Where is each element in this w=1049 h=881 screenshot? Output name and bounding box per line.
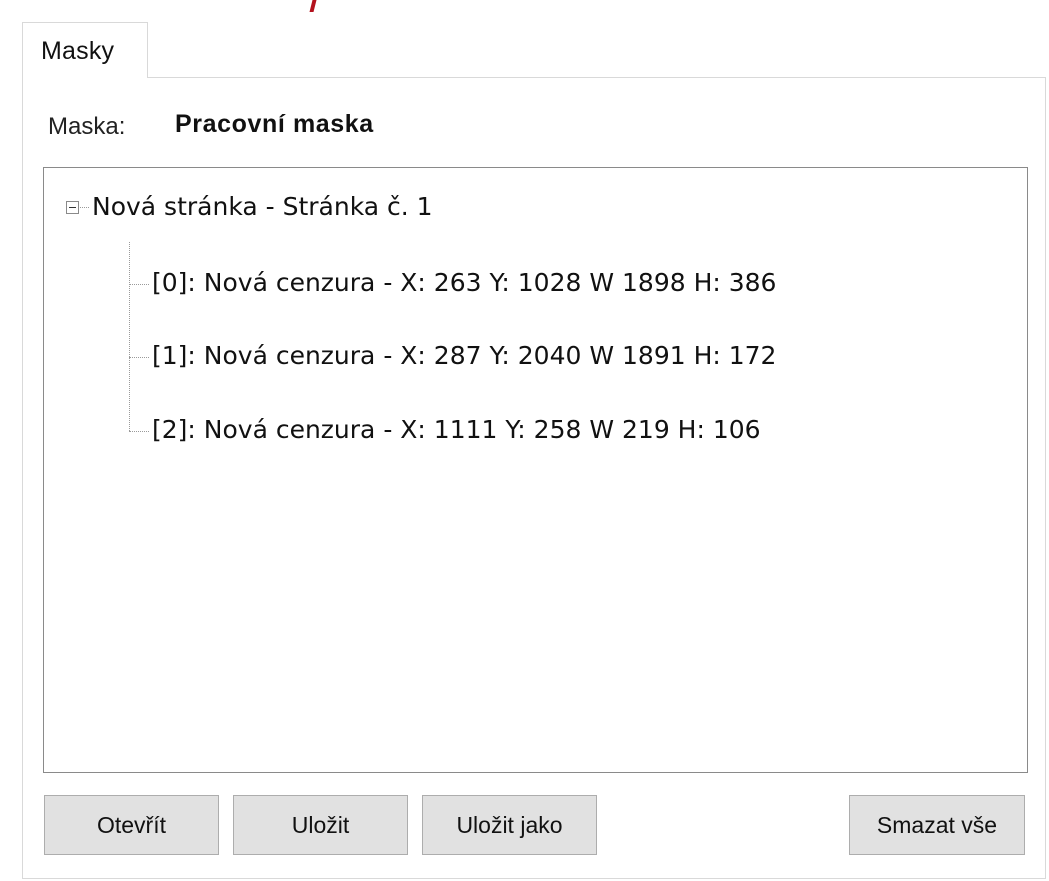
cropped-red-glyph: [301, 0, 319, 12]
tab-masky-label: Masky: [41, 37, 115, 65]
clear-all-button[interactable]: Smazat vše: [849, 795, 1025, 855]
mask-tree-view[interactable]: Nová stránka - Stránka č. 1 [0]: Nová ce…: [43, 167, 1028, 773]
tree-connector: [80, 207, 89, 208]
tree-node-censor-0[interactable]: [0]: Nová cenzura - X: 263 Y: 1028 W 189…: [152, 268, 776, 297]
save-as-button[interactable]: Uložit jako: [422, 795, 597, 855]
tree-connector: [129, 284, 149, 285]
mask-name-value: Pracovní maska: [175, 110, 374, 138]
mask-label: Maska:: [48, 113, 126, 140]
tab-masky[interactable]: Masky: [22, 22, 148, 78]
tree-node-page[interactable]: Nová stránka - Stránka č. 1: [92, 192, 433, 221]
masks-window: Masky Maska: Pracovní maska Nová stránka…: [0, 0, 1049, 881]
open-button[interactable]: Otevřít: [44, 795, 219, 855]
tree-connector: [129, 431, 149, 432]
collapse-toggle-icon[interactable]: [66, 201, 79, 214]
tree-node-censor-1[interactable]: [1]: Nová cenzura - X: 287 Y: 2040 W 189…: [152, 341, 776, 370]
tree-connector: [129, 357, 149, 358]
tree-connector: [129, 242, 130, 431]
tree-node-censor-2[interactable]: [2]: Nová cenzura - X: 1111 Y: 258 W 219…: [152, 415, 761, 444]
save-button[interactable]: Uložit: [233, 795, 408, 855]
